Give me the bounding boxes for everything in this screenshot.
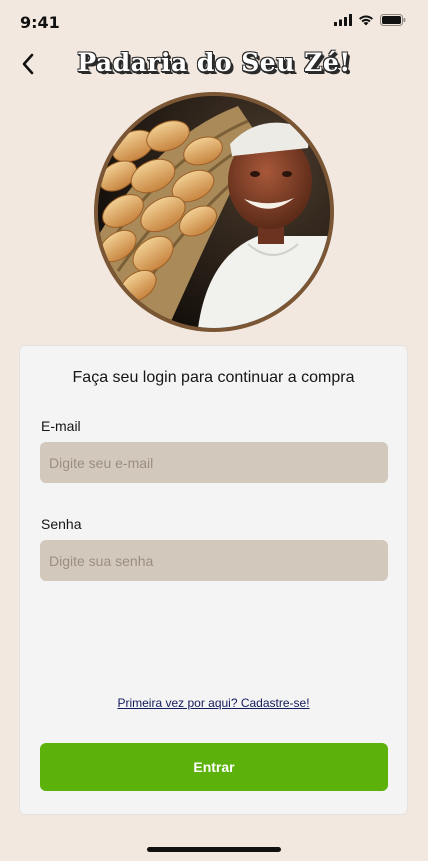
status-icons	[334, 14, 406, 26]
status-bar: 9:41	[0, 0, 428, 44]
login-card: Faça seu login para continuar a compra E…	[19, 345, 408, 815]
baker-photo	[94, 92, 334, 332]
password-field[interactable]	[40, 540, 388, 581]
login-button[interactable]: Entrar	[40, 743, 388, 791]
page-title: Padaria do Seu Zé!	[77, 48, 351, 77]
email-label: E-mail	[41, 418, 81, 434]
cellular-signal-icon	[334, 14, 352, 26]
login-heading: Faça seu login para continuar a compra	[72, 369, 355, 386]
status-time: 9:41	[20, 13, 60, 32]
password-label: Senha	[41, 516, 82, 532]
signup-link[interactable]: Primeira vez por aqui? Cadastre-se!	[20, 696, 407, 710]
battery-icon	[380, 14, 406, 26]
home-indicator	[147, 847, 281, 852]
email-field[interactable]	[40, 442, 388, 483]
wifi-icon	[359, 15, 373, 26]
